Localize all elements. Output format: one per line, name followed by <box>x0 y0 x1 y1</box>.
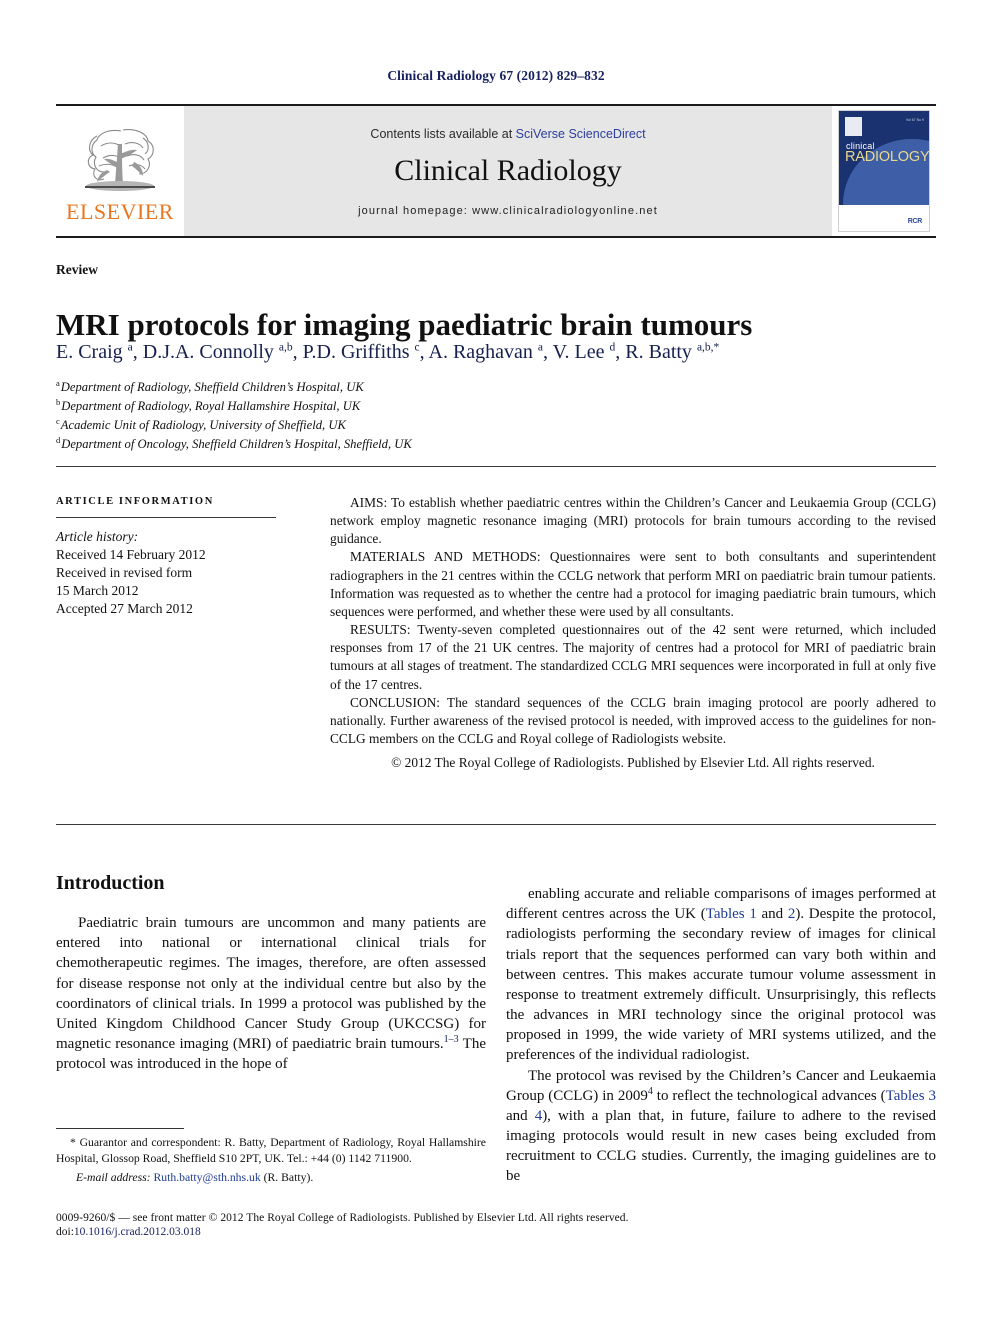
article-history-label: Article history: <box>56 529 139 544</box>
abstract-copyright: © 2012 The Royal College of Radiologists… <box>391 755 875 771</box>
affiliation-item: aDepartment of Radiology, Sheffield Chil… <box>56 378 756 397</box>
masthead-center: Contents lists available at SciVerse Sci… <box>184 106 832 236</box>
affiliation-text: Department of Oncology, Sheffield Childr… <box>61 437 412 452</box>
introduction-heading: Introduction <box>56 872 165 894</box>
body-column-left: Introduction Paediatric brain tumours ar… <box>56 872 486 1074</box>
abstract-conclusion: CONCLUSION: The standard sequences of th… <box>330 694 936 747</box>
affiliation-list: aDepartment of Radiology, Sheffield Chil… <box>56 378 756 455</box>
contents-prefix: Contents lists available at <box>370 127 516 142</box>
cover-issue-note: Vol 67 No 9 <box>905 118 924 122</box>
page-title: MRI protocols for imaging paediatric bra… <box>56 306 753 342</box>
journal-article-page: Clinical Radiology 67 (2012) 829–832 ELS… <box>0 0 992 1323</box>
email-label: E-mail address: <box>76 1171 151 1185</box>
affiliation-item: dDepartment of Oncology, Sheffield Child… <box>56 435 756 454</box>
affiliation-marker: d <box>56 435 61 446</box>
running-head: Clinical Radiology 67 (2012) 829–832 <box>387 68 605 83</box>
doi-link[interactable]: 10.1016/j.crad.2012.03.018 <box>74 1226 201 1238</box>
journal-masthead: ELSEVIER Contents lists available at Sci… <box>56 104 936 238</box>
abstract: AIMS: To establish whether paediatric ce… <box>330 494 936 772</box>
cover-rcr-badge: RCR <box>907 218 923 225</box>
article-information-rule <box>56 517 276 518</box>
article-type-label: Review <box>56 262 98 277</box>
doi-label: doi: <box>56 1226 74 1238</box>
article-history-line: Received 14 February 2012 <box>56 547 206 562</box>
affiliation-item: bDepartment of Radiology, Royal Hallamsh… <box>56 397 756 416</box>
article-history-line: 15 March 2012 <box>56 582 139 598</box>
article-information-panel: ARTICLE INFORMATION Article history: Rec… <box>56 496 306 618</box>
correspondence-text: * Guarantor and correspondent: R. Batty,… <box>56 1136 486 1165</box>
journal-title: Clinical Radiology <box>394 154 622 188</box>
email-suffix: (R. Batty). <box>263 1171 314 1185</box>
correspondence-footnote: * Guarantor and correspondent: R. Batty,… <box>56 1128 486 1186</box>
journal-homepage-link[interactable]: journal homepage: www.clinicalradiologyo… <box>358 205 658 217</box>
affiliation-text: Department of Radiology, Sheffield Child… <box>60 380 364 394</box>
affiliation-marker: c <box>56 416 60 427</box>
email-link[interactable]: Ruth.batty@sth.nhs.uk <box>153 1171 260 1184</box>
body-paragraph: The protocol was revised by the Children… <box>506 1067 936 1185</box>
abstract-top-rule <box>56 466 936 467</box>
article-history-line: Accepted 27 March 2012 <box>56 600 193 616</box>
footnote-rule <box>56 1128 184 1129</box>
affiliation-item: cAcademic Unit of Radiology, University … <box>56 416 756 435</box>
page-footer: 0009-9260/$ — see front matter © 2012 Th… <box>56 1212 936 1238</box>
abstract-materials-methods: MATERIALS AND METHODS: Questionnaires we… <box>330 549 936 619</box>
article-information-heading: ARTICLE INFORMATION <box>56 496 214 507</box>
issn-copyright-line: 0009-9260/$ — see front matter © 2012 Th… <box>56 1212 629 1224</box>
sciencedirect-link[interactable]: SciVerse ScienceDirect <box>516 127 646 141</box>
body-column-right: enabling accurate and reliable compariso… <box>506 884 936 1187</box>
affiliation-marker: b <box>56 396 61 407</box>
author-list: E. Craig a, D.J.A. Connolly a,b, P.D. Gr… <box>56 341 720 363</box>
cover-word-radiology: RADIOLOGY <box>845 149 930 165</box>
affiliation-text: Department of Radiology, Royal Hallamshi… <box>61 399 361 414</box>
body-paragraph: enabling accurate and reliable compariso… <box>506 886 937 1064</box>
affiliation-marker: a <box>56 377 60 388</box>
abstract-bottom-rule <box>56 824 936 825</box>
affiliation-text: Academic Unit of Radiology, University o… <box>60 418 346 433</box>
elsevier-logo: ELSEVIER <box>56 106 184 236</box>
journal-cover-thumbnail[interactable]: Vol 67 No 9 clinical RADIOLOGY RCR <box>832 106 936 236</box>
cover-image: Vol 67 No 9 clinical RADIOLOGY RCR <box>838 110 930 232</box>
introduction-paragraph: Paediatric brain tumours are uncommon an… <box>56 915 486 1073</box>
contents-available-line: Contents lists available at SciVerse Sci… <box>370 127 645 141</box>
email-line: E-mail address: Ruth.batty@sth.nhs.uk (R… <box>56 1170 486 1186</box>
cover-elsevier-mark-icon <box>845 117 862 136</box>
elsevier-wordmark: ELSEVIER <box>66 198 174 224</box>
article-history-line: Received in revised form <box>56 564 193 580</box>
abstract-aims: AIMS: To establish whether paediatric ce… <box>330 495 936 547</box>
doi-line: doi:10.1016/j.crad.2012.03.018 <box>56 1226 936 1238</box>
abstract-results: RESULTS: Twenty-seven completed question… <box>330 622 936 692</box>
elsevier-tree-icon <box>85 128 155 191</box>
